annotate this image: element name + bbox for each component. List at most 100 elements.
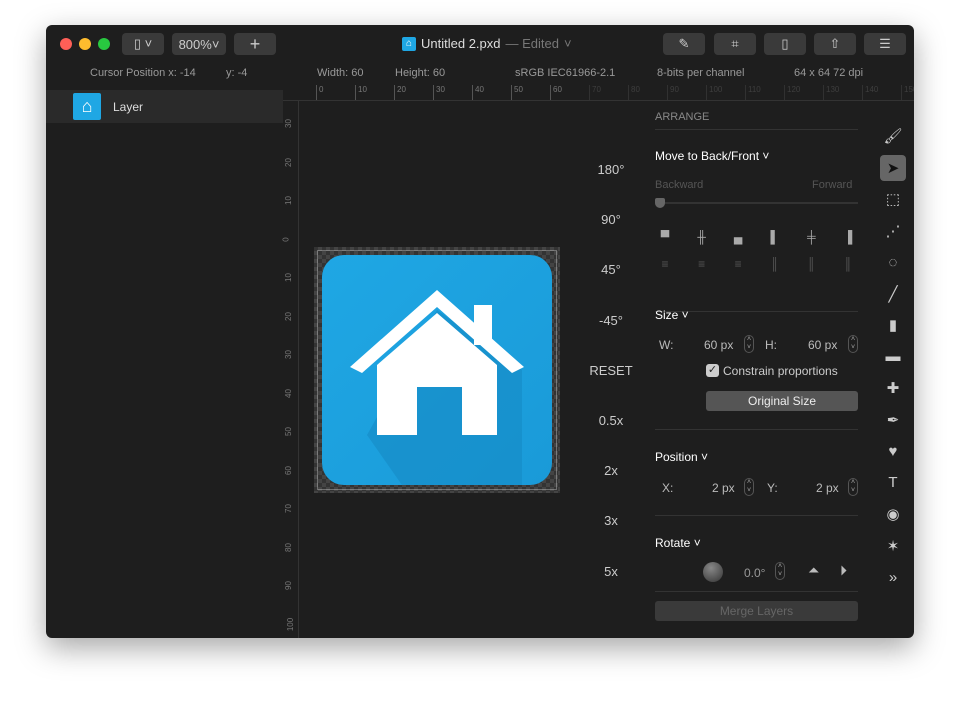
align-icon[interactable]: ▄ <box>731 230 745 244</box>
document-title[interactable]: ⌂ Untitled 2.pxd — Edited ˅ <box>402 36 572 51</box>
close-button[interactable] <box>60 38 72 50</box>
x-stepper[interactable]: ˄ ˅ <box>744 478 754 496</box>
rotate-preset-button[interactable]: 180° <box>586 162 636 177</box>
ruler-tick: 70 <box>589 85 601 100</box>
image-height: Height: 60 <box>395 67 446 79</box>
arrange-slider[interactable] <box>655 198 858 208</box>
backward-label: Backward <box>655 179 704 191</box>
move-back-front-dropdown[interactable]: Move to Back/Front ˅ <box>655 149 769 163</box>
slider-thumb[interactable] <box>655 198 665 208</box>
distribute-icon[interactable]: ║ <box>841 257 855 271</box>
rotate-preset-button[interactable]: RESET <box>586 363 636 378</box>
rect-select-icon[interactable]: ⬚ <box>880 186 906 212</box>
height-field[interactable]: 60 px <box>808 338 837 352</box>
sidebar-toggle-button[interactable]: ▯ ˅ <box>122 33 164 55</box>
sliders-icon: ☰ <box>879 36 891 51</box>
align-icon[interactable]: ╪ <box>804 230 818 244</box>
left-ruler: 30 20 10 0 10 20 30 40 50 60 70 80 90 100 <box>282 101 299 638</box>
paint-brush-icon[interactable]: 🖌 <box>880 123 906 149</box>
align-icon[interactable]: ╫ <box>695 230 709 244</box>
cursor-y: y: -4 <box>226 67 248 79</box>
layer-row[interactable]: ⌂ Layer <box>46 90 283 123</box>
width-field[interactable]: 60 px <box>704 338 733 352</box>
zoom-button[interactable] <box>98 38 110 50</box>
paint-bucket-icon[interactable]: ▮ <box>880 312 906 338</box>
ruler-tick: 60 <box>283 465 293 475</box>
constrain-checkbox[interactable]: ✓ <box>706 364 719 377</box>
distribute-icon[interactable]: ≡ <box>695 257 709 271</box>
crop-button[interactable]: ⌗ <box>714 33 756 55</box>
top-ruler: 0 10 20 30 40 50 60 70 80 90 100 110 120 130 140 150 <box>283 85 914 101</box>
distribute-icon[interactable]: ║ <box>768 257 782 271</box>
x-label: X: <box>662 481 674 495</box>
ruler-tick: 100 <box>706 85 722 100</box>
rotate-dropdown[interactable]: Rotate ˅ <box>655 536 701 550</box>
position-dropdown[interactable]: Position ˅ <box>655 450 708 464</box>
ruler-tick: 30 <box>283 350 293 359</box>
rotate-preset-button[interactable]: 45° <box>586 262 636 277</box>
flip-horizontal-icon[interactable]: ⏶ <box>808 562 819 579</box>
settings-button[interactable]: ☰ <box>864 33 906 55</box>
heart-shape-icon[interactable]: ♥ <box>880 438 906 464</box>
rotate-preset-button[interactable]: 5x <box>586 564 636 579</box>
effects-icon[interactable]: ✶ <box>880 533 906 559</box>
more-icon[interactable]: » <box>880 564 906 590</box>
flip-vertical-icon[interactable]: ⏵ <box>840 562 847 579</box>
magic-wand-icon[interactable]: ⋰ <box>880 218 906 244</box>
align-icon[interactable]: ▀ <box>658 230 672 244</box>
ruler-tick: 10 <box>283 273 293 282</box>
y-label: Y: <box>767 481 778 495</box>
distribute-icon[interactable]: ║ <box>804 257 818 271</box>
ruler-tick: 40 <box>283 388 293 398</box>
rotation-dial[interactable] <box>703 562 723 582</box>
minimize-button[interactable] <box>79 38 91 50</box>
zoom-dropdown[interactable]: 800% ˅ <box>172 33 226 55</box>
merge-layers-button[interactable]: Merge Layers <box>655 601 858 621</box>
plus-icon: + <box>249 33 261 54</box>
ruler-tick: 20 <box>283 157 293 167</box>
new-document-button[interactable]: ▯ <box>764 33 806 55</box>
edited-status: — Edited <box>505 36 559 51</box>
ruler-tick: 70 <box>283 504 293 513</box>
rotate-preset-button[interactable]: 90° <box>586 212 636 227</box>
ruler-tick: 90 <box>667 85 679 100</box>
angle-field[interactable]: 0.0° <box>744 566 765 580</box>
retouch-button[interactable]: ✎ <box>663 33 705 55</box>
rotate-preset-button[interactable]: 0.5x <box>586 413 636 428</box>
document-icon: ▯ <box>781 36 789 51</box>
brush-icon[interactable]: ╱ <box>880 281 906 307</box>
original-size-button[interactable]: Original Size <box>706 391 858 411</box>
lasso-icon[interactable]: ◌ <box>880 249 906 275</box>
app-window: ▯ ˅ 800% ˅ + ⌂ Untitled 2.pxd — Edited ˅ ✎… <box>46 25 914 638</box>
sidebar-icon: ▯ ˅ <box>133 36 153 51</box>
rotate-preset-button[interactable]: -45° <box>586 313 636 328</box>
pen-icon[interactable]: ✒ <box>880 407 906 433</box>
y-field[interactable]: 2 px <box>816 481 839 495</box>
eraser-icon[interactable]: ▬ <box>880 344 906 370</box>
ruler-tick: 50 <box>283 427 293 436</box>
distribute-icon[interactable]: ≡ <box>731 257 745 271</box>
rotate-preset-button[interactable]: 3x <box>586 513 636 528</box>
pointer-icon[interactable]: ➤ <box>880 154 906 181</box>
width-stepper[interactable]: ˄ ˅ <box>744 335 754 353</box>
arrange-heading: ARRANGE <box>655 111 710 123</box>
height-stepper[interactable]: ˄ ˅ <box>848 335 858 353</box>
x-field[interactable]: 2 px <box>712 481 735 495</box>
share-button[interactable]: ⇧ <box>814 33 856 55</box>
y-stepper[interactable]: ˄ ˅ <box>848 478 858 496</box>
canvas-image[interactable] <box>314 247 560 493</box>
brush-icon: ✎ <box>678 36 690 51</box>
h-label: H: <box>765 338 777 352</box>
ruler-tick: 120 <box>784 85 800 100</box>
color-adjust-icon[interactable]: ◉ <box>880 501 906 527</box>
align-icon[interactable]: ▌ <box>768 230 782 244</box>
size-dropdown[interactable]: Size ˅ <box>655 308 689 322</box>
angle-stepper[interactable]: ˄ ˅ <box>775 562 785 580</box>
align-icon[interactable]: ▐ <box>841 230 855 244</box>
text-icon[interactable]: T <box>880 470 906 496</box>
rotate-preset-button[interactable]: 2x <box>586 463 636 478</box>
add-button[interactable]: + <box>234 33 276 55</box>
distribute-icon[interactable]: ≡ <box>658 257 672 271</box>
bandage-icon[interactable]: ✚ <box>880 375 906 401</box>
title-text: Untitled 2.pxd <box>421 36 501 51</box>
